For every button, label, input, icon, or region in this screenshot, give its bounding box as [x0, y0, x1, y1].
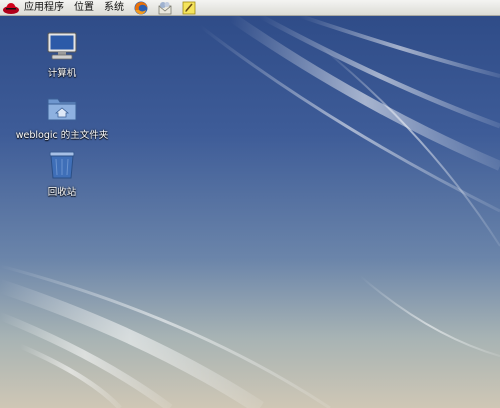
top-panel: 应用程序 位置 系统	[0, 0, 500, 16]
desktop-background[interactable]: 计算机 weblogic 的主文件夹 回收站	[0, 16, 500, 408]
menu-system[interactable]: 系统	[99, 0, 129, 16]
desktop-icon-label: 计算机	[47, 68, 77, 79]
home-folder-icon	[45, 93, 79, 123]
computer-icon	[45, 31, 79, 61]
menu-places[interactable]: 位置	[69, 0, 99, 16]
notes-icon[interactable]	[181, 1, 197, 15]
redhat-logo-icon[interactable]	[2, 0, 20, 16]
desktop-icon-trash[interactable]: 回收站	[12, 150, 112, 199]
menu-applications[interactable]: 应用程序	[20, 0, 69, 16]
desktop-icon-label: weblogic 的主文件夹	[15, 130, 109, 141]
trash-icon	[45, 150, 79, 180]
desktop-icon-home-folder[interactable]: weblogic 的主文件夹	[12, 93, 112, 142]
desktop-icon-computer[interactable]: 计算机	[12, 31, 112, 80]
firefox-icon[interactable]	[133, 1, 149, 15]
desktop-icon-label: 回收站	[47, 187, 77, 198]
evolution-mail-icon[interactable]	[157, 1, 173, 15]
